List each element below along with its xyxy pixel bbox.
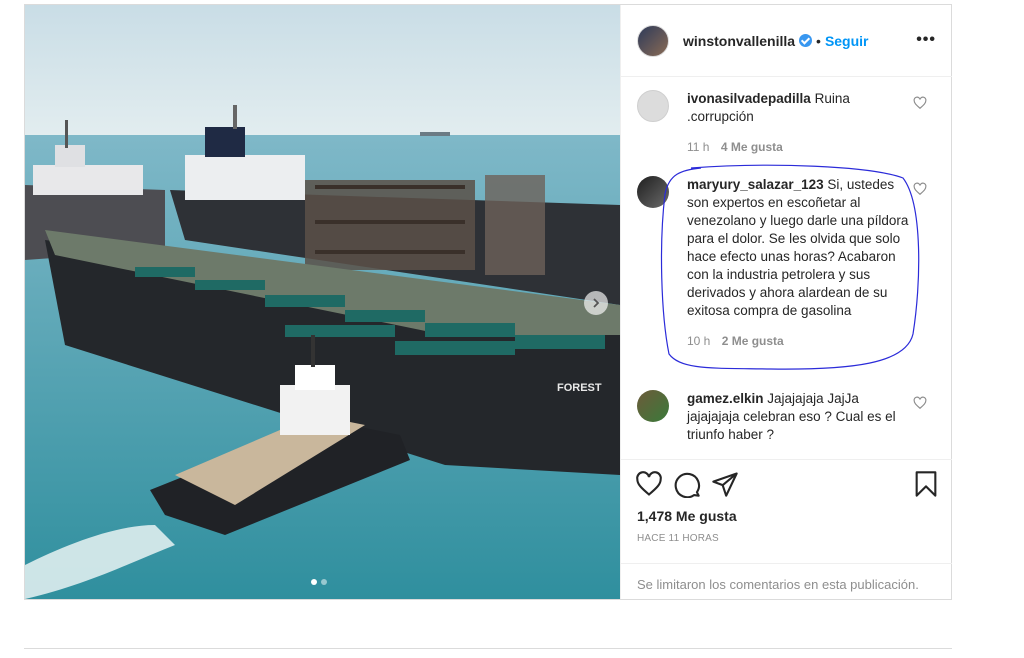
comment-likes[interactable]: 4 Me gusta xyxy=(721,140,783,154)
heart-icon[interactable] xyxy=(913,396,927,410)
header-separator: • xyxy=(816,32,821,49)
post-timestamp[interactable]: HACE 11 HORAS xyxy=(637,533,719,544)
heart-icon[interactable] xyxy=(913,96,927,110)
more-options-icon[interactable]: ••• xyxy=(916,31,936,49)
like-count[interactable]: 1,478 Me gusta xyxy=(637,508,737,524)
comment-bubble-icon[interactable] xyxy=(673,470,701,498)
save-bookmark-icon[interactable] xyxy=(912,470,940,498)
commenter-avatar[interactable] xyxy=(637,90,669,122)
action-icons xyxy=(635,470,940,498)
commenter-avatar[interactable] xyxy=(637,390,669,422)
post-photo[interactable]: FOREST xyxy=(25,5,620,599)
carousel-dot xyxy=(321,579,327,585)
post-actions: 1,478 Me gusta HACE 11 HORAS Se limitaro… xyxy=(621,459,952,599)
carousel-dots xyxy=(311,579,327,585)
ship-photo-illustration: FOREST xyxy=(25,5,620,599)
share-paper-plane-icon[interactable] xyxy=(711,470,739,498)
follow-button[interactable]: Seguir xyxy=(825,33,869,49)
comments-limited-notice: Se limitaron los comentarios en esta pub… xyxy=(621,563,952,600)
comment-time[interactable]: 11 h xyxy=(687,140,709,154)
post-header: winstonvallenilla • Seguir ••• xyxy=(621,5,952,77)
comment-likes[interactable]: 2 Me gusta xyxy=(722,334,784,348)
carousel-dot-active xyxy=(311,579,317,585)
comment-text: Si, ustedes son expertos en escoñetar al… xyxy=(687,177,909,318)
heart-icon[interactable] xyxy=(913,182,927,196)
chevron-right-icon xyxy=(593,298,600,308)
post-sidebar: winstonvallenilla • Seguir ••• ivonasilv… xyxy=(620,5,952,599)
comment-time[interactable]: 10 h xyxy=(687,334,710,348)
verified-badge-icon xyxy=(799,34,813,47)
commenter-username[interactable]: ivonasilvadepadilla xyxy=(687,91,811,106)
post-card: FOREST winstonvallenilla • Seguir ••• iv… xyxy=(24,4,952,600)
author-username[interactable]: winstonvallenilla xyxy=(683,33,795,49)
commenter-username[interactable]: gamez.elkin xyxy=(687,391,764,406)
hull-name-text: FOREST xyxy=(557,382,602,394)
commenter-username[interactable]: maryury_salazar_123 xyxy=(687,177,824,192)
like-heart-icon[interactable] xyxy=(635,470,663,498)
comments-list: ivonasilvadepadilla Ruina .corrupción 11… xyxy=(621,78,952,458)
footer-divider xyxy=(24,648,952,649)
commenter-avatar[interactable] xyxy=(637,176,669,208)
author-avatar[interactable] xyxy=(637,24,669,57)
next-image-button[interactable] xyxy=(584,291,608,315)
